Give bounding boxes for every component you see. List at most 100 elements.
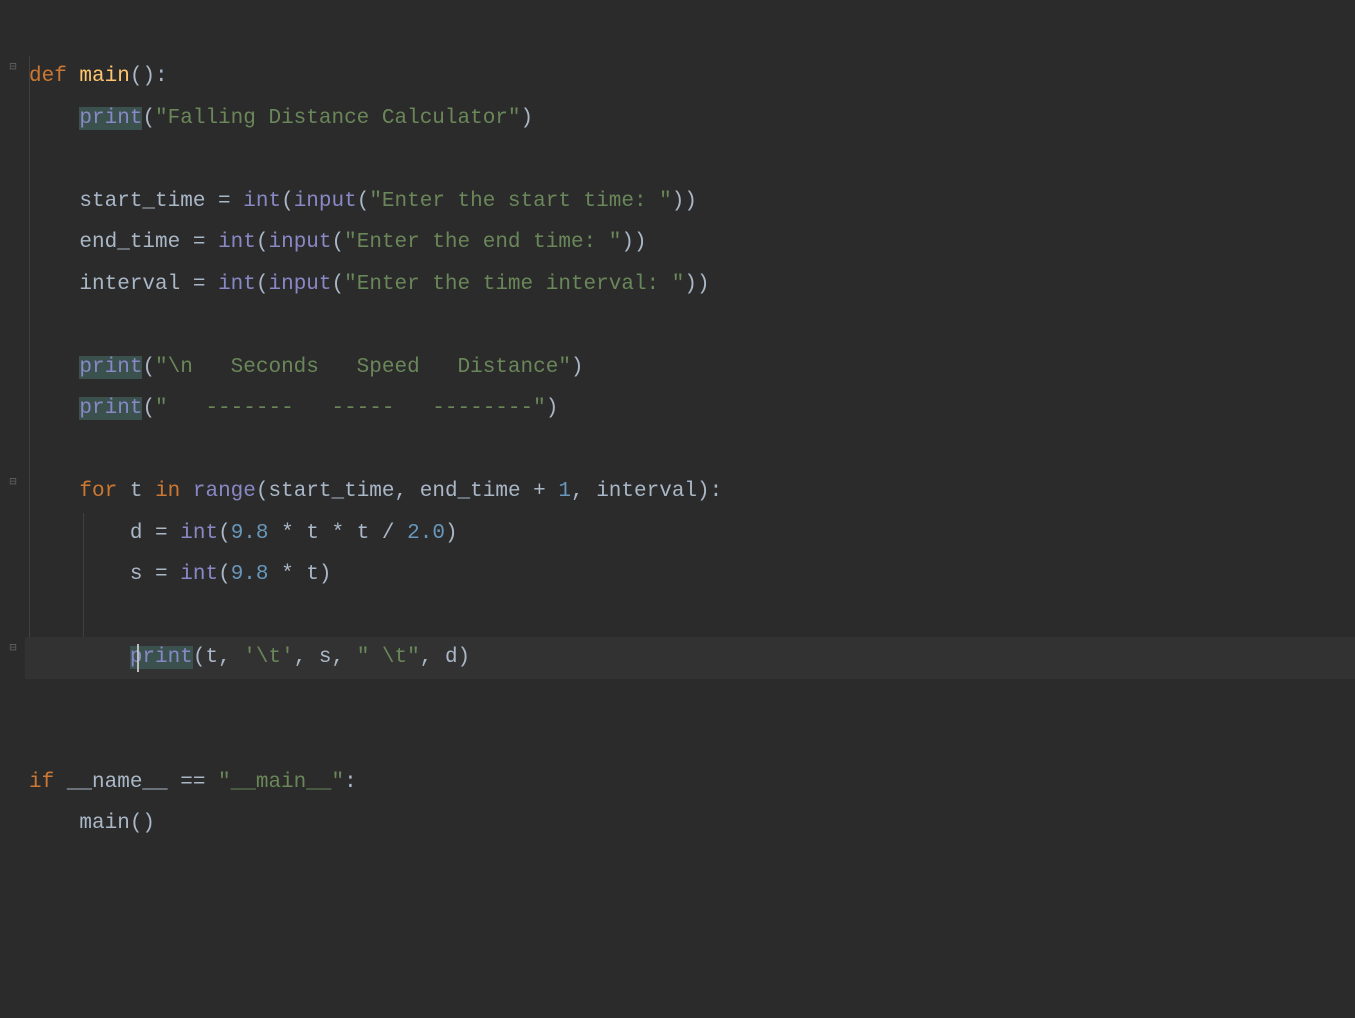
gutter: ⊟ ⊟ ⊟ [0,0,25,1018]
code-token: in [155,480,193,503]
code-token: ( [357,190,370,213]
fold-minus-icon[interactable]: ⊟ [6,60,20,74]
code-token: "Enter the time interval: " [344,273,684,296]
code-token: ( [332,231,345,254]
code-token: "Falling Distance Calculator" [155,107,520,130]
code-token: ) [445,522,458,545]
code-line[interactable] [25,305,1355,347]
code-token: print [130,646,193,669]
code-token: "Enter the start time: " [369,190,671,213]
code-token: int [243,190,281,213]
code-token: , [218,646,243,669]
code-token: end_time [79,231,192,254]
code-token: , s, [294,646,357,669]
code-token: "Enter the end time: " [344,231,621,254]
code-token: main() [79,812,155,835]
code-line[interactable]: print("Falling Distance Calculator") [25,98,1355,140]
code-line[interactable] [25,139,1355,181]
code-token: = [218,190,243,213]
code-token: : [344,771,357,794]
code-line[interactable] [25,720,1355,762]
code-token: " \t" [357,646,420,669]
code-token: main [79,65,129,88]
code-token: ( [142,107,155,130]
code-token: d [130,522,155,545]
code-token: (start_time [256,480,395,503]
code-token: print [79,397,142,420]
code-token: )) [684,273,709,296]
code-token: = [155,522,180,545]
code-line[interactable]: interval = int(input("Enter the time int… [25,264,1355,306]
code-token: end_time [420,480,533,503]
code-line[interactable]: end_time = int(input("Enter the end time… [25,222,1355,264]
code-token: s [130,563,155,586]
code-line[interactable]: for t in range(start_time, end_time + 1,… [25,471,1355,513]
code-token: * t) [281,563,331,586]
code-token: int [180,563,218,586]
code-line[interactable]: print(t, '\t', s, " \t", d) [25,637,1355,679]
code-token: def [29,65,79,88]
code-token: 2.0 [407,522,445,545]
code-line[interactable] [25,596,1355,638]
code-token: = [193,273,218,296]
code-token: = [193,231,218,254]
code-line[interactable]: def main(): [25,56,1355,98]
code-token: ( [218,522,231,545]
text-caret [137,644,139,672]
code-token: int [180,522,218,545]
fold-minus-icon[interactable]: ⊟ [6,641,20,655]
code-token: print [79,356,142,379]
code-token: ( [256,273,269,296]
code-token: ( [256,231,269,254]
code-token: input [294,190,357,213]
code-token: input [268,231,331,254]
code-token: , d) [420,646,470,669]
code-token: ( [218,563,231,586]
code-line[interactable] [25,679,1355,721]
code-line[interactable]: s = int(9.8 * t) [25,554,1355,596]
code-token: == [180,771,218,794]
code-line[interactable]: if __name__ == "__main__": [25,762,1355,804]
code-token: " ------- ----- --------" [155,397,546,420]
code-token: "__main__" [218,771,344,794]
code-token: "\n Seconds Speed Distance" [155,356,571,379]
code-editor: ⊟⊟⊟ def main(): print("Falling Distance … [0,0,1355,1018]
code-token: input [268,273,331,296]
code-token: ) [546,397,559,420]
code-token: + [533,480,558,503]
code-token: * t * t / [281,522,407,545]
code-line[interactable]: print("\n Seconds Speed Distance") [25,347,1355,389]
code-line[interactable] [25,430,1355,472]
code-token: start_time [79,190,218,213]
code-line[interactable]: d = int(9.8 * t * t / 2.0) [25,513,1355,555]
code-token: range [193,480,256,503]
code-token: ( [142,397,155,420]
code-line[interactable]: main() [25,803,1355,845]
code-line[interactable]: print(" ------- ----- --------") [25,388,1355,430]
code-token: )) [621,231,646,254]
code-token: print [79,107,142,130]
code-token: , [571,480,596,503]
code-area[interactable]: def main(): print("Falling Distance Calc… [25,0,1355,1018]
code-token: 9.8 [231,563,281,586]
code-token: __name__ [67,771,180,794]
fold-minus-icon[interactable]: ⊟ [6,475,20,489]
code-token: ( [142,356,155,379]
code-token: interval): [596,480,722,503]
code-token: ( [332,273,345,296]
code-token: if [29,771,67,794]
code-token: (): [130,65,168,88]
code-line[interactable]: start_time = int(input("Enter the start … [25,181,1355,223]
code-token: ( [281,190,294,213]
code-token: '\t' [243,646,293,669]
code-token: ) [571,356,584,379]
code-token: )) [672,190,697,213]
code-token: int [218,273,256,296]
code-token: (t [193,646,218,669]
code-token: = [155,563,180,586]
code-token: 1 [558,480,571,503]
code-token: ) [521,107,534,130]
code-token: t [130,480,155,503]
code-token: interval [79,273,192,296]
code-token: 9.8 [231,522,281,545]
